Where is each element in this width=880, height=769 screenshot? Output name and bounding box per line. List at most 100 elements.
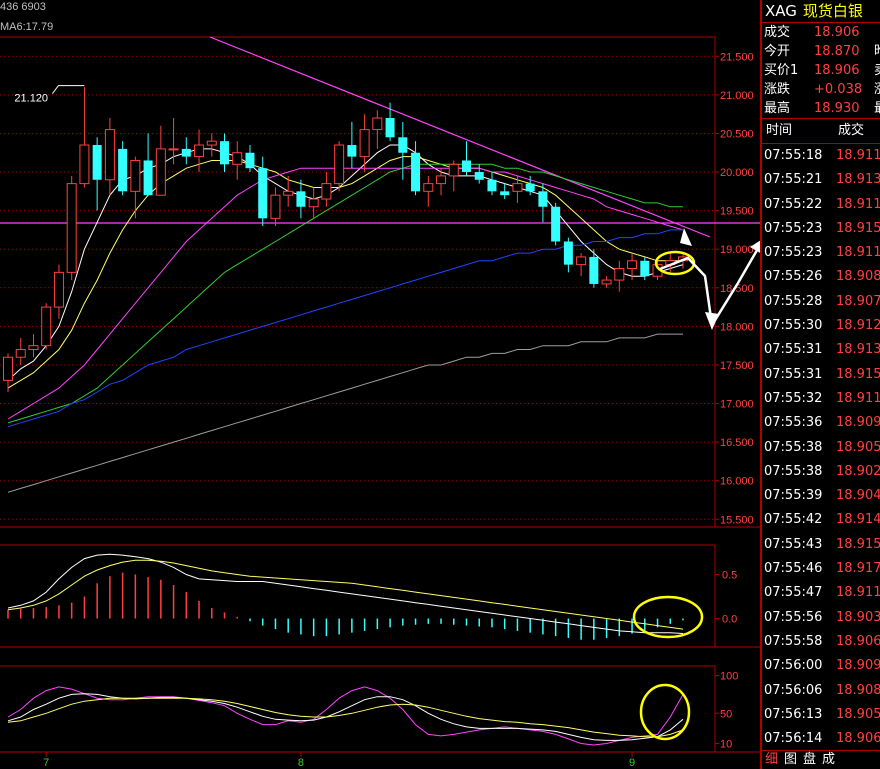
candle-body[interactable] bbox=[423, 183, 434, 192]
quote-label: 涨跌 bbox=[764, 82, 791, 97]
candle-body[interactable] bbox=[614, 267, 625, 281]
candle-body[interactable] bbox=[576, 256, 587, 266]
candle-body[interactable] bbox=[15, 349, 26, 358]
candle-body[interactable] bbox=[321, 183, 332, 200]
tick-time: 07:55:23 bbox=[764, 245, 823, 261]
candle-body[interactable] bbox=[104, 129, 115, 181]
candle-body[interactable] bbox=[41, 306, 52, 347]
tick-row[interactable]: 07:55:23 18.911 bbox=[762, 241, 880, 265]
candle-body[interactable] bbox=[359, 129, 370, 158]
candle-body[interactable] bbox=[155, 148, 166, 196]
candle-body[interactable] bbox=[538, 191, 548, 207]
tick-row[interactable]: 07:55:43 18.915 bbox=[762, 533, 880, 557]
candle-body[interactable] bbox=[220, 141, 230, 165]
date-tick-label: 7 bbox=[43, 757, 49, 769]
tick-time: 07:55:56 bbox=[764, 609, 823, 625]
candle-body[interactable] bbox=[118, 148, 128, 192]
candle-body[interactable] bbox=[258, 168, 268, 219]
tick-row[interactable]: 07:56:06 18.908 bbox=[762, 679, 880, 703]
candle-body[interactable] bbox=[500, 191, 510, 196]
tick-row[interactable]: 07:55:31 18.913 bbox=[762, 338, 880, 362]
tick-row[interactable]: 07:55:32 18.911 bbox=[762, 387, 880, 411]
candle-body[interactable] bbox=[181, 148, 191, 157]
tick-row[interactable]: 07:55:46 18.917 bbox=[762, 557, 880, 581]
candle-body[interactable] bbox=[512, 183, 523, 192]
candle-body[interactable] bbox=[551, 206, 561, 242]
candle-body[interactable] bbox=[385, 118, 395, 138]
candle-body[interactable] bbox=[194, 144, 205, 158]
tick-row[interactable]: 07:56:00 18.909 bbox=[762, 654, 880, 678]
tick-time: 07:55:39 bbox=[764, 488, 823, 504]
tick-row[interactable]: 07:55:31 18.915 bbox=[762, 363, 880, 387]
chart-canvas[interactable]: 21.50021.00020.50020.00019.50019.00018.5… bbox=[0, 0, 760, 769]
tick-row[interactable]: 07:55:38 18.902 bbox=[762, 460, 880, 484]
tick-row[interactable]: 07:56:14 18.906 bbox=[762, 727, 880, 751]
chart-area[interactable]: 21.500 21.000 20.500 20.000 19.500 19.000 18.5… bbox=[0, 0, 760, 769]
high-annotation-line bbox=[52, 85, 85, 94]
tick-row[interactable]: 07:55:18 18.911 bbox=[762, 144, 880, 168]
tick-row[interactable]: 07:55:28 18.907 bbox=[762, 290, 880, 314]
candle-body[interactable] bbox=[525, 183, 535, 192]
candle-body[interactable] bbox=[589, 256, 599, 284]
panel-tab[interactable]: 细 bbox=[762, 751, 781, 769]
candle-body[interactable] bbox=[296, 191, 306, 207]
candle-body[interactable] bbox=[448, 163, 459, 177]
tick-row[interactable]: 07:55:42 18.914 bbox=[762, 508, 880, 532]
candle-body[interactable] bbox=[398, 137, 408, 153]
tick-row[interactable]: 07:55:38 18.905 bbox=[762, 436, 880, 460]
candle-body[interactable] bbox=[601, 279, 612, 285]
candle-body[interactable] bbox=[461, 160, 471, 173]
candle-body[interactable] bbox=[487, 179, 497, 192]
candle-body[interactable] bbox=[168, 148, 179, 151]
candle-body[interactable] bbox=[79, 144, 90, 185]
tick-row[interactable]: 07:55:36 18.909 bbox=[762, 411, 880, 435]
tick-price: 18.915 bbox=[836, 536, 880, 552]
tick-row[interactable]: 07:55:23 18.915 bbox=[762, 217, 880, 241]
macd-tick-label: 0.0 bbox=[722, 614, 737, 626]
candle-body[interactable] bbox=[206, 140, 217, 146]
tick-row[interactable]: 07:55:21 18.913 bbox=[762, 168, 880, 192]
panel-tab[interactable]: 成 bbox=[819, 751, 838, 769]
candle-body[interactable] bbox=[66, 183, 77, 273]
tick-row[interactable]: 07:55:47 18.911 bbox=[762, 581, 880, 605]
tick-row[interactable]: 07:55:22 18.911 bbox=[762, 193, 880, 217]
candle-body[interactable] bbox=[372, 117, 383, 131]
candle-body[interactable] bbox=[347, 145, 357, 157]
candle-body[interactable] bbox=[436, 175, 447, 185]
candle-body[interactable] bbox=[92, 145, 102, 180]
candle-body[interactable] bbox=[334, 144, 345, 185]
tick-row[interactable]: 07:55:39 18.904 bbox=[762, 484, 880, 508]
price-tick-label: 20.500 bbox=[720, 128, 754, 140]
candle-body[interactable] bbox=[53, 271, 64, 308]
candle-body[interactable] bbox=[640, 260, 650, 277]
candle-body[interactable] bbox=[411, 152, 421, 192]
candle-body[interactable] bbox=[130, 159, 141, 192]
candle-body[interactable] bbox=[563, 241, 573, 265]
tick-price: 18.911 bbox=[836, 245, 880, 261]
candle-body[interactable] bbox=[232, 152, 243, 165]
tick-row[interactable]: 07:55:56 18.903 bbox=[762, 606, 880, 630]
tick-price: 18.903 bbox=[836, 609, 880, 625]
candle-body[interactable] bbox=[627, 260, 638, 269]
candle-body[interactable] bbox=[308, 198, 319, 208]
tick-row[interactable]: 07:55:58 18.906 bbox=[762, 630, 880, 654]
candle-body[interactable] bbox=[245, 152, 255, 169]
tick-time: 07:55:36 bbox=[764, 415, 823, 431]
tick-time: 07:55:38 bbox=[764, 439, 823, 455]
candle-body[interactable] bbox=[28, 345, 39, 351]
tick-price: 18.906 bbox=[836, 633, 880, 649]
candle-body[interactable] bbox=[283, 190, 294, 196]
panel-tab[interactable]: 图 bbox=[781, 751, 800, 769]
ticks-list[interactable]: 07:55:18 18.911 07:55:21 18.913 07:55:22 18.9… bbox=[762, 144, 880, 751]
tick-row[interactable]: 07:56:13 18.905 bbox=[762, 703, 880, 727]
trend-line[interactable] bbox=[209, 36, 711, 238]
candle-body[interactable] bbox=[143, 160, 153, 196]
tick-row[interactable]: 07:55:26 18.908 bbox=[762, 265, 880, 289]
tick-row[interactable]: 07:55:30 18.912 bbox=[762, 314, 880, 338]
panel-tab[interactable]: 盘 bbox=[800, 751, 819, 769]
tick-time: 07:55:47 bbox=[764, 585, 823, 601]
candle-body[interactable] bbox=[474, 172, 484, 180]
price-tick-label: 21.000 bbox=[720, 90, 754, 102]
candle-body[interactable] bbox=[270, 194, 281, 219]
candle-body[interactable] bbox=[3, 356, 13, 381]
